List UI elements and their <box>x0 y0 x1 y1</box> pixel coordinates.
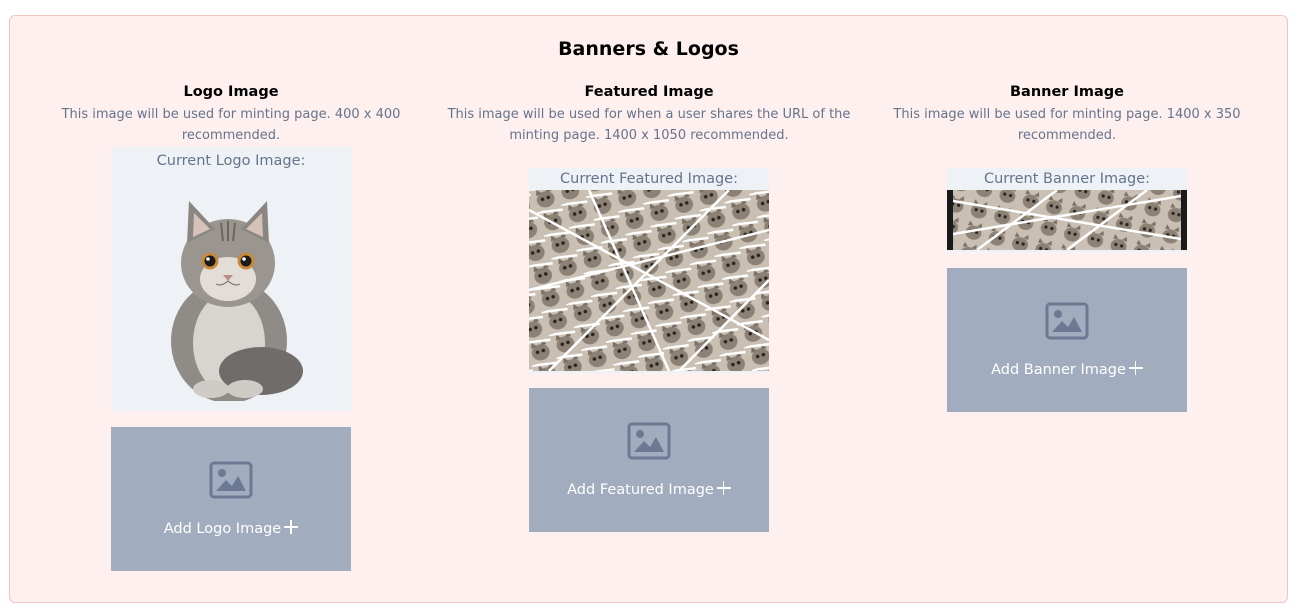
banner-image <box>947 190 1187 250</box>
logo-image <box>111 171 351 401</box>
banner-column-header: Banner Image This image will be used for… <box>858 83 1276 146</box>
featured-description: This image will be used for when a user … <box>447 107 851 143</box>
add-featured-label-row: Add Featured Image <box>529 480 769 500</box>
add-logo-label: Add Logo Image <box>163 521 282 537</box>
current-banner-preview: Current Banner Image: <box>947 168 1187 252</box>
add-banner-label-row: Add Banner Image <box>947 360 1187 380</box>
add-logo-label-row: Add Logo Image <box>111 519 351 539</box>
banners-logos-panel: Banners & Logos Logo Image This image wi… <box>9 15 1288 603</box>
add-featured-image-button[interactable]: Add Featured Image <box>529 388 769 532</box>
plus-icon <box>716 481 731 495</box>
add-logo-image-button[interactable]: Add Logo Image <box>111 427 351 571</box>
featured-image <box>529 190 769 371</box>
banner-description: This image will be used for minting page… <box>893 107 1241 143</box>
featured-column-header: Featured Image This image will be used f… <box>440 83 858 146</box>
add-banner-image-button[interactable]: Add Banner Image <box>947 268 1187 412</box>
current-featured-preview: Current Featured Image: <box>529 168 769 373</box>
image-placeholder-icon <box>209 461 253 499</box>
add-banner-label: Add Banner Image <box>991 362 1126 378</box>
add-featured-label: Add Featured Image <box>567 482 714 498</box>
current-logo-label: Current Logo Image: <box>156 153 306 169</box>
logo-heading: Logo Image <box>183 84 279 100</box>
plus-icon <box>284 520 299 534</box>
current-featured-label: Current Featured Image: <box>560 171 738 187</box>
plus-icon <box>1128 361 1143 375</box>
logo-description: This image will be used for minting page… <box>61 107 401 143</box>
featured-heading: Featured Image <box>584 84 714 100</box>
banner-heading: Banner Image <box>1009 84 1125 100</box>
image-placeholder-icon <box>627 422 671 460</box>
image-placeholder-icon <box>1045 302 1089 340</box>
logo-column-header: Logo Image This image will be used for m… <box>22 83 440 146</box>
current-logo-preview: Current Logo Image: <box>111 147 351 411</box>
section-title: Banners & Logos <box>558 38 739 60</box>
current-banner-label: Current Banner Image: <box>983 171 1151 187</box>
